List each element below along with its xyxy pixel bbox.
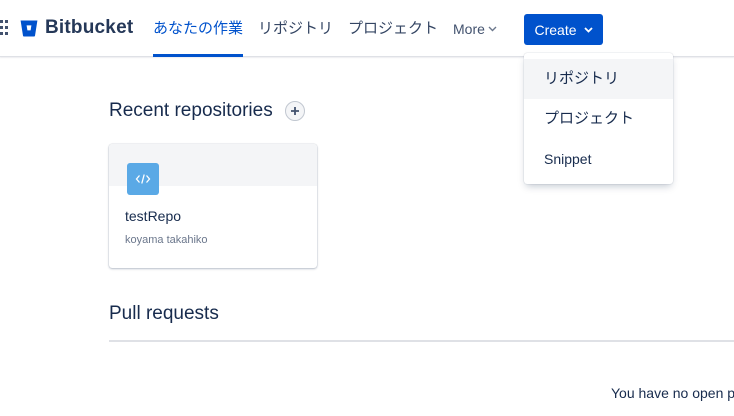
nav-your-work[interactable]: あなたの作業 — [153, 0, 244, 57]
nav-repositories-label: リポジトリ — [258, 20, 334, 37]
menu-item-repository[interactable]: リポジトリ — [524, 59, 673, 99]
plus-icon — [291, 107, 299, 115]
chevron-down-icon — [488, 26, 497, 32]
brand-name: Bitbucket — [45, 17, 134, 38]
code-icon — [135, 174, 151, 184]
repository-avatar — [127, 163, 159, 195]
create-dropdown-menu: リポジトリ プロジェクト Snippet — [524, 53, 673, 184]
create-button[interactable]: Create — [524, 14, 603, 45]
menu-item-project[interactable]: プロジェクト — [524, 99, 673, 139]
app-switcher-icon[interactable] — [0, 20, 8, 36]
bitbucket-bucket-icon — [20, 20, 38, 36]
create-button-label: Create — [534, 21, 577, 38]
nav-projects-label: プロジェクト — [348, 20, 439, 37]
repository-name[interactable]: testRepo — [125, 208, 181, 224]
repository-owner: koyama takahiko — [125, 234, 208, 246]
recent-repositories-heading: Recent repositories — [109, 100, 273, 121]
top-navigation-bar: Bitbucket あなたの作業 リポジトリ プロジェクト More Creat… — [0, 0, 734, 57]
repository-card[interactable]: testRepo koyama takahiko — [109, 144, 317, 268]
nav-repositories[interactable]: リポジトリ — [258, 0, 333, 57]
nav-more-menu[interactable]: More — [453, 0, 497, 57]
section-divider — [109, 340, 734, 342]
menu-item-project-label: プロジェクト — [544, 110, 635, 127]
bitbucket-logo[interactable]: Bitbucket — [20, 17, 133, 39]
nav-your-work-label: あなたの作業 — [153, 20, 244, 37]
menu-item-repository-label: リポジトリ — [544, 70, 620, 87]
menu-item-snippet[interactable]: Snippet — [524, 139, 673, 179]
nav-more-label: More — [453, 20, 485, 37]
menu-item-snippet-label: Snippet — [544, 151, 592, 167]
pull-requests-heading: Pull requests — [109, 303, 219, 324]
chevron-down-icon — [583, 26, 593, 33]
add-repository-button[interactable] — [285, 101, 305, 121]
nav-projects[interactable]: プロジェクト — [348, 0, 438, 57]
pull-requests-empty-message: You have no open p — [611, 385, 734, 401]
